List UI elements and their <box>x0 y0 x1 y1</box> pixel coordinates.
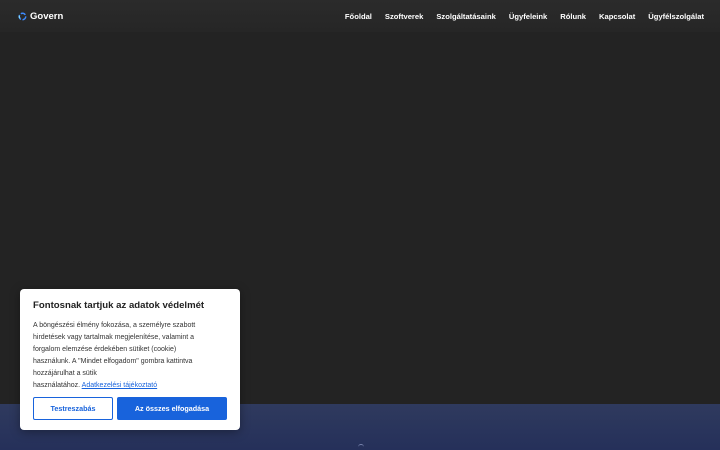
privacy-policy-link[interactable]: Adatkezelési tájékoztató <box>82 382 158 389</box>
cookie-text-line: használatához. <box>33 382 81 389</box>
cookie-title: Fontosnak tartjuk az adatok védelmét <box>33 300 205 311</box>
cookie-text-line: A böngészési élmény fokozása, a személyr… <box>33 322 196 329</box>
cookie-text-line: hozzájárulhat a sütik <box>33 370 97 377</box>
govern-ring-logo-icon <box>18 12 27 21</box>
nav-item-support[interactable]: Ügyfélszolgálat <box>648 12 704 21</box>
main-nav: Főoldal Szoftverek Szolgáltatásaink Ügyf… <box>345 12 704 21</box>
nav-item-clients[interactable]: Ügyfeleink <box>509 12 547 21</box>
top-navbar: Govern Főoldal Szoftverek Szolgáltatásai… <box>0 0 720 32</box>
cookie-consent-banner: Fontosnak tartjuk az adatok védelmét A b… <box>20 289 240 430</box>
cookie-text-line: használunk. A "Mindet elfogadom" gombra … <box>33 358 193 365</box>
brand-logo-link[interactable]: Govern <box>18 11 63 22</box>
nav-item-home[interactable]: Főoldal <box>345 12 372 21</box>
nav-item-software[interactable]: Szoftverek <box>385 12 423 21</box>
cookie-description: A böngészési élmény fokozása, a személyr… <box>33 320 227 392</box>
nav-item-contact[interactable]: Kapcsolat <box>599 12 635 21</box>
nav-item-services[interactable]: Szolgáltatásaink <box>436 12 496 21</box>
brand-name: Govern <box>30 10 64 22</box>
cookie-text-line: forgalom elemzése érdekében sütiket (coo… <box>33 346 177 353</box>
page: Govern Főoldal Szoftverek Szolgáltatásai… <box>0 0 720 450</box>
cookie-button-row: Testreszabás Az összes elfogadása <box>33 397 227 420</box>
customize-button[interactable]: Testreszabás <box>33 397 113 420</box>
nav-item-about[interactable]: Rólunk <box>560 12 586 21</box>
cookie-text-line: hirdetések vagy tartalmak megjelenítése,… <box>33 334 195 341</box>
accept-all-button[interactable]: Az összes elfogadása <box>117 397 227 420</box>
partial-heading-glyph <box>358 444 364 450</box>
